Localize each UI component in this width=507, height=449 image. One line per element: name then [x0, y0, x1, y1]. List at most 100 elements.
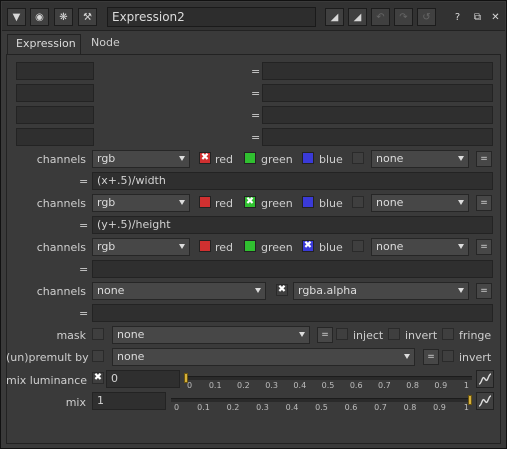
tab-expression[interactable]: Expression	[7, 34, 81, 54]
inject-label: inject	[353, 329, 384, 342]
temp-expr-field-1[interactable]	[262, 62, 493, 80]
tab-node[interactable]: Node	[83, 34, 129, 54]
slider-tick-label: 0.5	[315, 403, 328, 412]
green-checkbox-2[interactable]: ✖	[244, 196, 256, 208]
green-label-3: green	[261, 241, 293, 254]
extra-channel-checkbox-1[interactable]	[352, 152, 364, 164]
channels-dropdown-1[interactable]: rgb	[92, 150, 190, 168]
slider-tick-label: 0.6	[344, 403, 358, 412]
color-swatch-2-icon[interactable]: ◢	[348, 8, 367, 26]
mask-checkbox[interactable]	[92, 328, 104, 340]
link-button-1[interactable]: =	[476, 151, 492, 167]
mask-link-button[interactable]: =	[317, 327, 333, 343]
bug-icon[interactable]: ❋	[54, 8, 73, 26]
slider-tick-label: 0.3	[256, 403, 269, 412]
channels-value-4: none	[97, 284, 125, 297]
mix-luminance-label: mix luminance	[6, 374, 88, 387]
channels-label-1: channels	[36, 153, 86, 166]
temp-name-field-3[interactable]	[16, 106, 94, 124]
green-label-2: green	[261, 197, 293, 210]
premult-invert-checkbox[interactable]	[442, 350, 454, 362]
channels-dropdown-4[interactable]: none	[92, 282, 266, 300]
slider-tick-label: 0.4	[293, 381, 307, 390]
extra-channel-checkbox-3[interactable]	[352, 240, 364, 252]
extra-channel-dropdown-3[interactable]: none	[371, 238, 469, 256]
float-icon[interactable]: ⧉	[468, 8, 487, 26]
tab-node-label: Node	[91, 36, 120, 49]
mix-field[interactable]: 1	[92, 392, 166, 410]
expr-field-2[interactable]: (y+.5)/height	[92, 216, 493, 234]
expr-eq-3: =	[79, 263, 89, 276]
help-label: ?	[454, 11, 461, 23]
fringe-checkbox[interactable]	[442, 328, 454, 340]
redo-icon[interactable]: ↷	[394, 8, 413, 26]
mask-dropdown[interactable]: none	[112, 326, 310, 344]
title-bar: ▼ ◉ ❋ ⚒ ◢ ◢ ↶ ↷ ↺ ? ⧉ ✕	[2, 2, 505, 31]
temp-eq-1: =	[251, 65, 261, 78]
extra-channel-dropdown-2[interactable]: none	[371, 194, 469, 212]
mix-luminance-checkbox[interactable]: ✖	[92, 372, 104, 384]
blue-checkbox-3[interactable]: ✖	[302, 240, 314, 252]
premult-dropdown[interactable]: none	[112, 348, 415, 366]
blue-checkbox-2[interactable]	[302, 196, 314, 208]
red-checkbox-3[interactable]	[199, 240, 211, 252]
help-icon[interactable]: ?	[448, 8, 467, 26]
slider-tick-label: 0.7	[374, 403, 387, 412]
premult-link-label: =	[427, 352, 435, 362]
chevron-down-icon	[458, 156, 464, 161]
mix-slider[interactable]: 0 0.1 0.2 0.3 0.4 0.5 0.6 0.7 0.8 0.9 1	[171, 395, 472, 415]
link-button-3[interactable]: =	[476, 239, 492, 255]
slider-tick-label: 0.1	[197, 403, 210, 412]
slider-track	[184, 376, 472, 380]
temp-expr-field-2[interactable]	[262, 84, 493, 102]
temp-name-field-1[interactable]	[16, 62, 94, 80]
temp-name-field-2[interactable]	[16, 84, 94, 102]
slider-tick-label: 0.6	[349, 381, 363, 390]
close-label: ✕	[491, 11, 500, 23]
slider-tick-label: 0.2	[226, 403, 240, 412]
inject-checkbox[interactable]	[336, 328, 348, 340]
wrench-icon[interactable]: ⚒	[78, 8, 97, 26]
temp-expr-field-3[interactable]	[262, 106, 493, 124]
curve-icon[interactable]	[476, 392, 494, 410]
blue-checkbox-1[interactable]	[302, 152, 314, 164]
extra-channel-checkbox-2[interactable]	[352, 196, 364, 208]
green-checkbox-3[interactable]	[244, 240, 256, 252]
mix-luminance-slider[interactable]: 0 0.1 0.2 0.3 0.4 0.5 0.6 0.7 0.8 0.9 1	[184, 373, 472, 393]
expr-field-4[interactable]	[92, 304, 493, 322]
undo-icon[interactable]: ↶	[371, 8, 390, 26]
tab-expression-label: Expression	[16, 37, 76, 50]
curve-icon[interactable]	[476, 370, 494, 388]
red-checkbox-2[interactable]	[199, 196, 211, 208]
red-checkbox-1[interactable]: ✖	[199, 152, 211, 164]
reset-icon[interactable]: ↺	[417, 8, 436, 26]
alpha-channel-dropdown[interactable]: rgba.alpha	[293, 282, 469, 300]
chevron-down-icon	[179, 244, 185, 249]
channels-value-1: rgb	[97, 152, 116, 165]
extra-channel-dropdown-1[interactable]: none	[371, 150, 469, 168]
green-checkbox-1[interactable]	[244, 152, 256, 164]
temp-expr-field-4[interactable]	[262, 128, 493, 146]
chevron-down-icon	[458, 244, 464, 249]
premult-link-button[interactable]: =	[423, 349, 439, 365]
chevron-down-icon	[458, 288, 464, 293]
expr-field-1[interactable]: (x+.5)/width	[92, 172, 493, 190]
mask-invert-checkbox[interactable]	[388, 328, 400, 340]
color-swatch-icon[interactable]: ◢	[325, 8, 344, 26]
close-icon[interactable]: ✕	[486, 8, 505, 26]
link-button-2[interactable]: =	[476, 195, 492, 211]
viewer-icon[interactable]: ◉	[30, 8, 49, 26]
float-label: ⧉	[473, 11, 482, 23]
channels-dropdown-2[interactable]: rgb	[92, 194, 190, 212]
mix-luminance-field[interactable]: 0	[106, 370, 180, 388]
temp-name-field-4[interactable]	[16, 128, 94, 146]
slider-track	[171, 398, 472, 402]
expr-field-3[interactable]	[92, 260, 493, 278]
channels-dropdown-3[interactable]: rgb	[92, 238, 190, 256]
channels-label-2: channels	[36, 197, 86, 210]
node-name-field[interactable]	[107, 7, 316, 27]
alpha-checkbox[interactable]: ✖	[276, 284, 288, 296]
premult-checkbox[interactable]	[92, 350, 104, 362]
link-button-4[interactable]: =	[476, 283, 492, 299]
collapse-icon[interactable]: ▼	[7, 8, 26, 26]
